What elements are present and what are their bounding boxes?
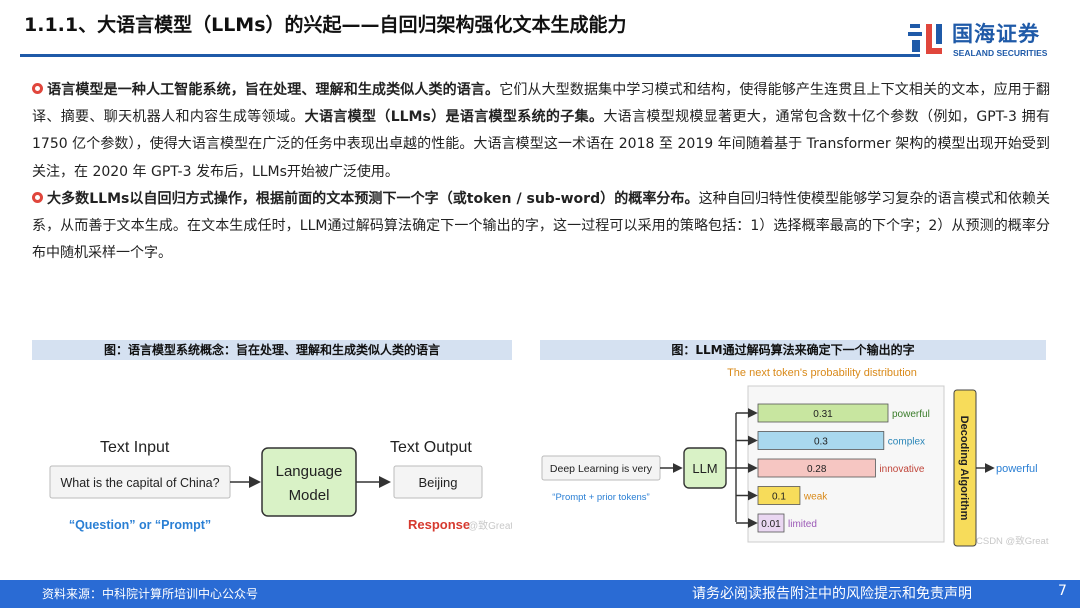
body-text: 语言模型是一种人工智能系统，旨在处理、理解和生成类似人类的语言。它们从大型数据集… (32, 77, 1050, 267)
p1-bold-1: 语言模型是一种人工智能系统，旨在处理、理解和生成类似人类的语言。 (47, 82, 500, 98)
footer-source: 资料来源：中科院计算所培训中心公众号 (42, 587, 259, 601)
token-word-label: powerful (892, 409, 930, 420)
model-box (261, 447, 357, 517)
bullet-icon (32, 191, 43, 203)
company-logo: 国海证券 SEALAND SECURITIES (906, 18, 1066, 60)
prompt-input-text: Deep Learning is very (550, 463, 653, 475)
prompt-note: “Prompt + prior tokens” (552, 492, 649, 503)
watermark-left: @致Great (468, 519, 512, 532)
token-prob-label: 0.3 (814, 437, 828, 448)
question-label: “Question” or “Prompt” (69, 518, 211, 532)
llm-label: LLM (692, 461, 717, 476)
sealand-logo-icon (908, 24, 942, 54)
token-prob-label: 0.1 (772, 492, 786, 503)
input-box-text: What is the capital of China? (60, 476, 219, 490)
p1-bold-2: 大语言模型（LLMs）是语言模型系统的子集。 (304, 109, 604, 126)
footer-bar: 资料来源：中科院计算所培训中心公众号 请务必阅读报告附注中的风险提示和免责声明 … (0, 580, 1080, 608)
text-input-label: Text Input (100, 439, 170, 456)
page-number: 7 (1058, 583, 1067, 599)
token-prob-label: 0.28 (807, 464, 827, 475)
token-prob-label: 0.31 (813, 409, 833, 420)
decoding-diagram: The next token's probability distributio… (541, 367, 1049, 547)
model-line-1: Language (276, 463, 343, 480)
output-box-text: Beijing (418, 475, 457, 490)
decoder-label: Decoding Algorithm (958, 416, 970, 521)
footer-disclaimer: 请务必阅读报告附注中的风险提示和免责声明 (692, 586, 972, 602)
output-word: powerful (996, 463, 1038, 475)
token-word-label: complex (888, 437, 925, 448)
text-output-label: Text Output (390, 439, 472, 456)
paragraph-2: 大多数LLMs以自回归方式操作，根据前面的文本预测下一个字（或token / s… (32, 186, 1050, 268)
response-label: Response (408, 517, 470, 532)
title-divider (20, 54, 920, 57)
token-word-label: limited (788, 519, 817, 530)
page-title: 1.1.1、大语言模型（LLMs）的兴起——自回归架构强化文本生成能力 (24, 14, 627, 36)
paragraph-1: 语言模型是一种人工智能系统，旨在处理、理解和生成类似人类的语言。它们从大型数据集… (32, 77, 1050, 186)
figure-caption-right: 图：LLM通过解码算法来确定下一个输出的字 (540, 340, 1046, 360)
logo-text-cn: 国海证券 (952, 22, 1040, 46)
distribution-title: The next token's probability distributio… (727, 367, 917, 379)
bullet-icon (32, 83, 43, 94)
logo-text-en: SEALAND SECURITIES (953, 48, 1048, 58)
language-model-diagram: Text Input Text Output What is the capit… (49, 439, 512, 532)
figure-caption-left: 图：语言模型系统概念：旨在处理、理解和生成类似人类的语言 (32, 340, 512, 360)
model-line-2: Model (289, 487, 330, 504)
p2-bold: 大多数LLMs以自回归方式操作，根据前面的文本预测下一个字（或token / s… (47, 190, 699, 207)
token-word-label: weak (803, 492, 828, 503)
token-prob-label: 0.01 (761, 519, 781, 530)
token-word-label: innovative (879, 464, 924, 475)
watermark-right: CSDN @致Great (976, 535, 1049, 547)
